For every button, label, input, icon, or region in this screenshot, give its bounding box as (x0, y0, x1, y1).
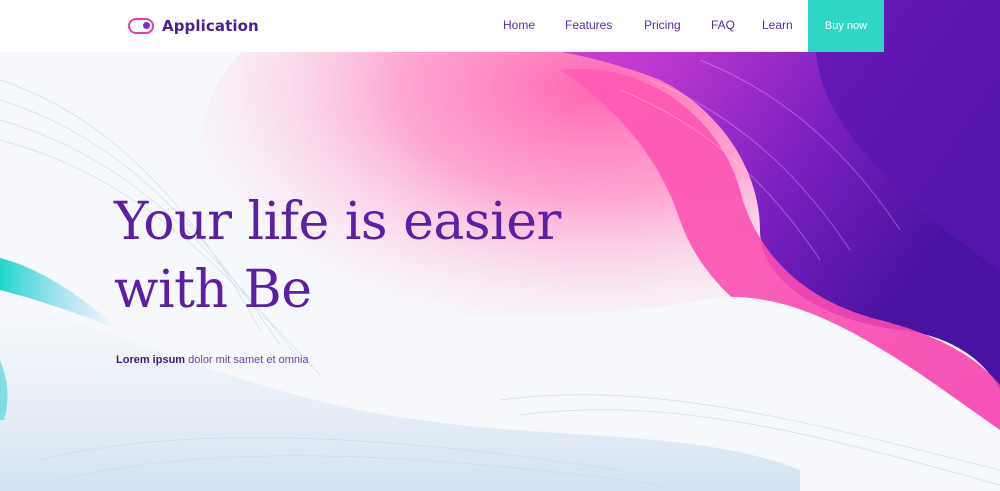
toggle-icon (128, 18, 154, 34)
hero-subtitle-text: dolor mit samet et omnia (185, 354, 309, 366)
hero-subtitle: Lorem ipsum dolor mit samet et omnia (116, 354, 309, 366)
nav-link-pricing[interactable]: Pricing (644, 18, 681, 32)
nav-link-learn[interactable]: Learn (762, 18, 793, 32)
top-navbar: Application Home Features Pricing FAQ Le… (0, 0, 1000, 52)
brand-name: Application (162, 17, 259, 35)
nav-link-home[interactable]: Home (503, 18, 535, 32)
hero-title-line-1: Your life is easier (114, 192, 561, 252)
hero-title-line-2: with Be (114, 260, 312, 320)
hero-title: Your life is easier with Be (114, 188, 561, 324)
buy-now-button[interactable]: Buy now (808, 0, 884, 52)
brand-logo[interactable]: Application (128, 14, 259, 38)
nav-link-features[interactable]: Features (565, 18, 612, 32)
nav-link-faq[interactable]: FAQ (711, 18, 735, 32)
hero-subtitle-bold: Lorem ipsum (116, 354, 186, 366)
